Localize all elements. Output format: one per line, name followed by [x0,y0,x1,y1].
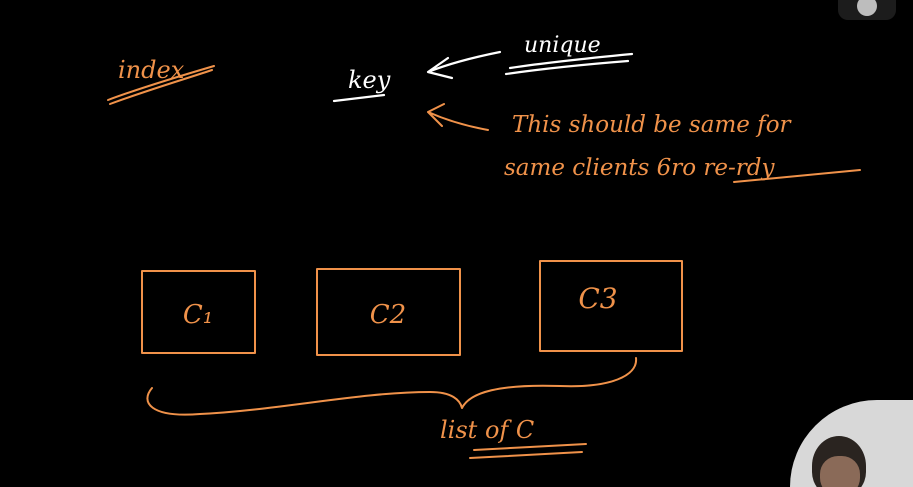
box-c1-label: C₁ [183,300,213,330]
unique-underline-2 [504,59,630,76]
list-of-c-label: list of C [440,416,534,444]
list-underline-2 [469,451,583,459]
arrow-unique-to-key [426,50,502,80]
box-c3-label: C3 [578,282,617,315]
box-c2-label: C2 [370,300,406,330]
arrow-note-to-key [427,103,489,131]
group-brace [146,357,638,416]
index-label: index [118,56,185,84]
key-underline [332,93,386,103]
note-line-2: same clients 6ro re-rdy [504,155,776,181]
record-indicator[interactable] [838,0,896,20]
note-line-1: This should be same for [512,112,793,138]
whiteboard-canvas: index key unique This should be same for… [107,33,861,459]
box-c2: C2 [316,268,461,356]
key-label: key [348,66,391,94]
presenter-face [820,456,860,487]
unique-label: unique [524,33,601,58]
list-underline [473,443,587,451]
record-indicator-icon [857,0,877,16]
box-c3: C3 [539,260,683,352]
box-c1: C₁ [141,270,256,354]
